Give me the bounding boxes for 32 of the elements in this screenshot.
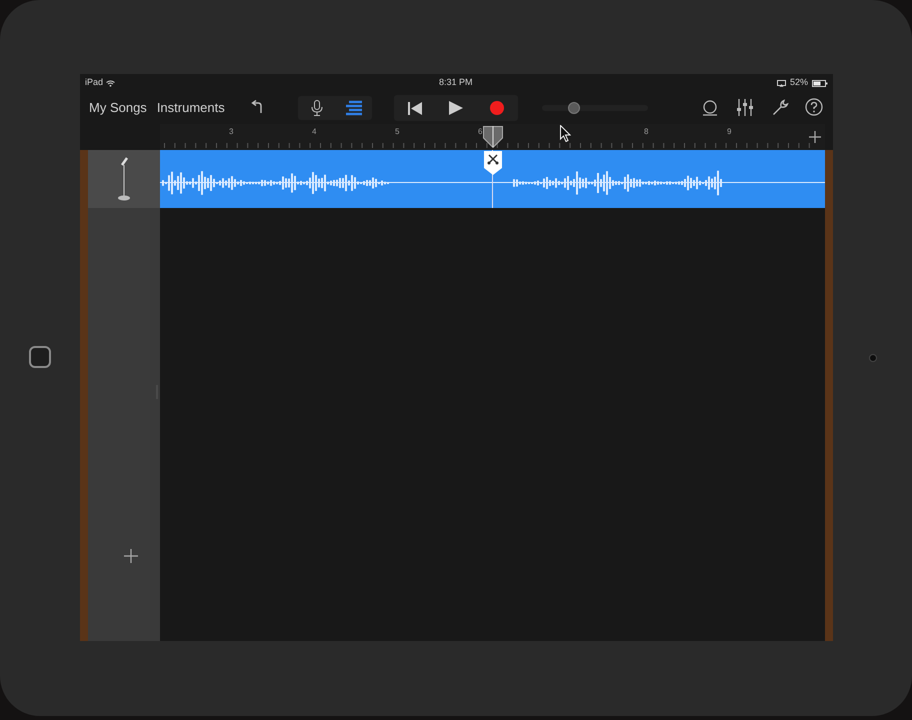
bar-number: 6 [478,126,482,138]
bar-number: 8 [644,126,648,138]
help-icon[interactable] [805,98,823,116]
add-section-icon[interactable] [809,131,821,143]
play-icon[interactable] [448,101,463,115]
nav-button[interactable]: My Songs [89,98,147,118]
mixer-icon[interactable] [736,99,754,116]
playhead-handle[interactable] [483,126,503,148]
screen-mirroring-icon [776,80,786,86]
clock-time: 8:31 PM [439,76,473,90]
tracks-view-icon[interactable] [346,100,362,116]
scissors-marker[interactable] [484,151,502,175]
bar-number: 3 [229,126,234,138]
add-track-icon[interactable] [124,549,138,563]
volume-slider[interactable] [542,102,648,114]
wrench-icon[interactable] [772,99,789,116]
camera-lens [868,354,876,362]
bar-number: 9 [727,126,732,138]
bar-number: 5 [395,126,400,138]
microphone-stand-icon [117,156,131,202]
mouse-cursor-icon [560,125,571,142]
skip-back-icon[interactable] [408,102,422,114]
record-icon[interactable] [490,101,504,115]
loop-icon[interactable] [702,100,718,116]
battery-percent: 52% [790,76,808,90]
device-label: iPad [85,76,104,90]
battery-icon [812,80,828,86]
wifi-icon [106,80,116,86]
nav-button[interactable]: Instruments [156,98,225,118]
microphone-icon[interactable] [308,100,324,116]
bar-number: 4 [312,126,316,138]
home-button[interactable] [29,346,51,368]
